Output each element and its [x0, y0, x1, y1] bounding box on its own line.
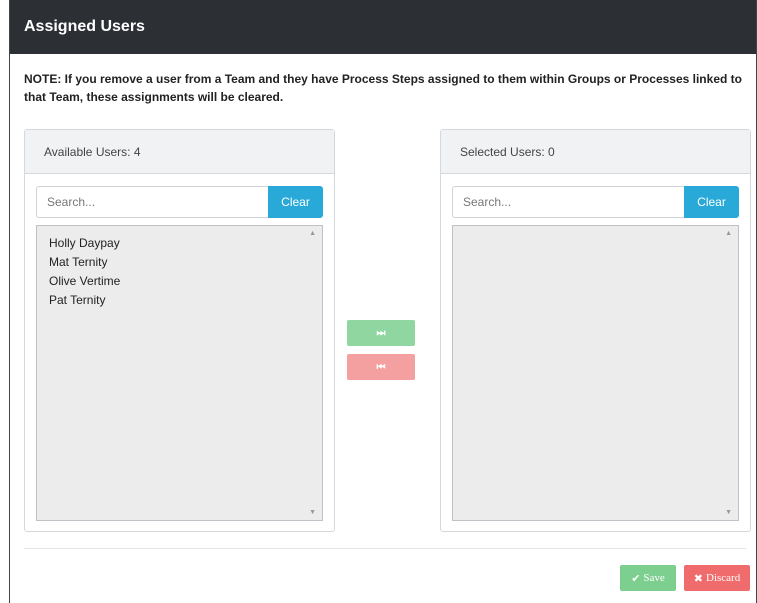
selected-clear-button[interactable]: Clear [684, 186, 739, 218]
save-label: Save [643, 572, 665, 584]
selected-users-list[interactable]: ▲ ▼ [452, 225, 739, 521]
move-to-selected-button[interactable]: ⏭ [347, 320, 415, 346]
list-item[interactable]: Pat Ternity [49, 291, 322, 310]
scroll-up-arrow-icon[interactable]: ▲ [725, 230, 732, 237]
move-to-available-button[interactable]: ⏮ [347, 354, 415, 380]
available-search-input[interactable] [36, 186, 268, 218]
scroll-up-arrow-icon[interactable]: ▲ [309, 230, 316, 237]
assigned-users-modal: Assigned Users NOTE: If you remove a use… [9, 0, 757, 603]
modal-title: Assigned Users [24, 18, 145, 35]
warning-note: NOTE: If you remove a user from a Team a… [24, 72, 742, 104]
available-search-row: Clear [36, 186, 323, 218]
footer-divider [24, 548, 746, 549]
close-icon: ✖ [693, 572, 703, 585]
available-clear-button[interactable]: Clear [268, 186, 323, 218]
available-users-panel: Available Users: 4 Clear Holly Daypay Ma… [24, 129, 335, 532]
selected-search-row: Clear [452, 186, 739, 218]
discard-label: Discard [706, 572, 741, 584]
save-button[interactable]: ✔ Save [620, 565, 676, 591]
skip-back-icon: ⏮ [376, 361, 386, 373]
selected-search-input[interactable] [452, 186, 684, 218]
scroll-down-arrow-icon[interactable]: ▼ [309, 509, 316, 516]
scroll-down-arrow-icon[interactable]: ▼ [725, 509, 732, 516]
available-users-heading: Available Users: 4 [25, 130, 334, 174]
selected-users-panel: Selected Users: 0 Clear ▲ ▼ [440, 129, 751, 532]
list-item[interactable]: Olive Vertime [49, 272, 322, 291]
modal-header: Assigned Users [10, 0, 756, 54]
list-item[interactable]: Mat Ternity [49, 253, 322, 272]
skip-forward-icon: ⏭ [376, 327, 386, 339]
discard-button[interactable]: ✖ Discard [684, 565, 750, 591]
selected-users-heading: Selected Users: 0 [441, 130, 750, 174]
available-users-list[interactable]: Holly Daypay Mat Ternity Olive Vertime P… [36, 225, 323, 521]
check-icon: ✔ [631, 572, 641, 585]
list-item[interactable]: Holly Daypay [49, 234, 322, 253]
